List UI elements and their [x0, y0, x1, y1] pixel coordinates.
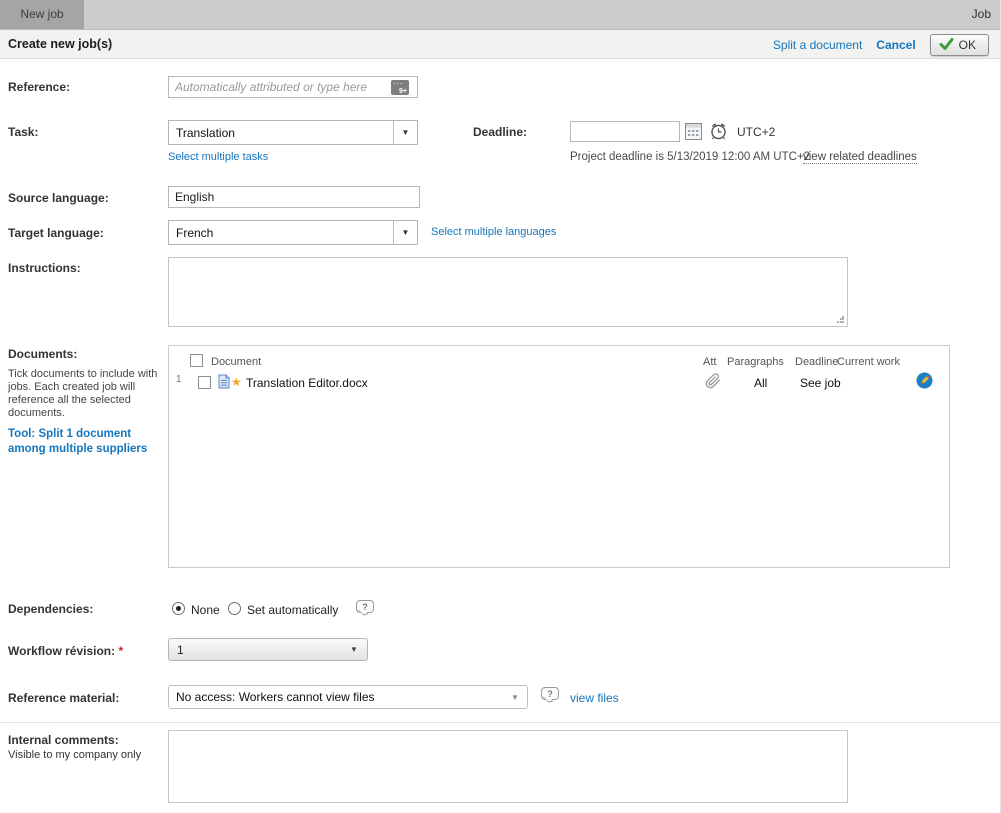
- column-header-att[interactable]: Att: [703, 356, 716, 368]
- ok-button[interactable]: OK: [930, 34, 989, 56]
- source-language-label: Source language:: [8, 191, 109, 205]
- internal-comments-textarea[interactable]: [168, 730, 848, 803]
- dropdown-arrow-icon[interactable]: ▼: [393, 121, 417, 144]
- internal-comments-sublabel: Visible to my company only: [8, 749, 141, 761]
- reference-material-label: Reference material:: [8, 691, 119, 705]
- help-bubble-icon[interactable]: ?: [541, 687, 559, 700]
- view-related-deadlines-link[interactable]: view related deadlines: [803, 151, 917, 164]
- documents-label: Documents:: [8, 347, 77, 361]
- task-select-value: Translation: [169, 126, 393, 140]
- column-header-paragraphs[interactable]: Paragraphs: [727, 356, 784, 368]
- dependencies-auto-radio[interactable]: [228, 602, 241, 615]
- instructions-textarea[interactable]: [168, 257, 848, 327]
- reference-label: Reference:: [8, 80, 70, 94]
- calendar-icon[interactable]: [685, 123, 702, 140]
- current-work-icon[interactable]: [916, 372, 933, 389]
- workflow-revision-select[interactable]: 1 ▼: [168, 638, 368, 661]
- row-number: 1: [176, 374, 182, 385]
- target-language-value: French: [169, 226, 393, 240]
- dependencies-auto-label[interactable]: Set automatically: [247, 603, 338, 617]
- timezone-label: UTC+2: [737, 125, 775, 139]
- project-deadline-text: Project deadline is 5/13/2019 12:00 AM U…: [570, 151, 810, 163]
- dropdown-arrow-icon: ▼: [503, 686, 527, 708]
- select-all-checkbox[interactable]: [190, 354, 203, 367]
- split-document-tool-link[interactable]: Tool: Split 1 document among multiple su…: [8, 427, 160, 457]
- tab-bar: New job Job: [0, 0, 1001, 29]
- dependencies-none-radio[interactable]: [172, 602, 185, 615]
- header-actions: Split a document Cancel OK: [773, 30, 989, 59]
- document-checkbox[interactable]: [198, 376, 211, 389]
- dependencies-label: Dependencies:: [8, 602, 93, 616]
- target-language-select[interactable]: French ▼: [168, 220, 418, 245]
- row-paragraphs: All: [754, 376, 767, 390]
- check-icon: [939, 38, 954, 51]
- dependencies-none-label[interactable]: None: [191, 603, 220, 617]
- create-job-window: New job Job Create new job(s) Split a do…: [0, 0, 1001, 813]
- instructions-label: Instructions:: [8, 261, 81, 275]
- auto-number-icon[interactable]: ... 9+: [391, 80, 409, 95]
- target-language-label: Target language:: [8, 226, 104, 240]
- workflow-revision-label: Workflow révision: *: [8, 644, 123, 658]
- document-name[interactable]: Translation Editor.docx: [246, 376, 368, 390]
- task-select[interactable]: Translation ▼: [168, 120, 418, 145]
- column-header-current-work[interactable]: Current work: [837, 356, 900, 368]
- reference-input[interactable]: [168, 76, 418, 98]
- reference-material-value: No access: Workers cannot view files: [169, 690, 503, 704]
- row-deadline: See job: [800, 376, 841, 390]
- help-bubble-icon[interactable]: ?: [356, 600, 374, 613]
- paperclip-icon[interactable]: [705, 373, 721, 389]
- column-header-deadline[interactable]: Deadline: [795, 356, 838, 368]
- workflow-revision-value: 1: [169, 643, 341, 657]
- dropdown-arrow-icon: ▼: [341, 645, 367, 654]
- documents-help-text: Tick documents to include with jobs. Eac…: [8, 368, 160, 420]
- reference-material-select[interactable]: No access: Workers cannot view files ▼: [168, 685, 528, 709]
- internal-comments-label: Internal comments:: [8, 733, 119, 747]
- select-multiple-tasks-link[interactable]: Select multiple tasks: [168, 151, 268, 163]
- dropdown-arrow-icon[interactable]: ▼: [393, 221, 417, 244]
- select-multiple-languages-link[interactable]: Select multiple languages: [431, 226, 556, 238]
- page-title: Create new job(s): [8, 30, 112, 59]
- star-icon: ★: [231, 375, 242, 389]
- column-header-document[interactable]: Document: [211, 356, 261, 368]
- documents-table: Document Att Paragraphs Deadline Current…: [168, 345, 950, 568]
- split-document-link[interactable]: Split a document: [773, 38, 862, 52]
- ok-button-label: OK: [959, 38, 976, 52]
- form-header: Create new job(s) Split a document Cance…: [0, 29, 1001, 59]
- deadline-label: Deadline:: [473, 125, 527, 139]
- required-mark: *: [118, 644, 123, 658]
- source-language-input[interactable]: [168, 186, 420, 208]
- document-file-icon: [218, 374, 230, 389]
- section-divider: [0, 722, 1001, 723]
- deadline-input[interactable]: [570, 121, 680, 142]
- view-files-link[interactable]: view files: [570, 691, 619, 705]
- task-label: Task:: [8, 125, 38, 139]
- alarm-clock-icon[interactable]: [709, 122, 728, 141]
- cancel-link[interactable]: Cancel: [876, 38, 915, 52]
- job-context-label: Job: [972, 0, 991, 29]
- tab-new-job[interactable]: New job: [0, 0, 84, 29]
